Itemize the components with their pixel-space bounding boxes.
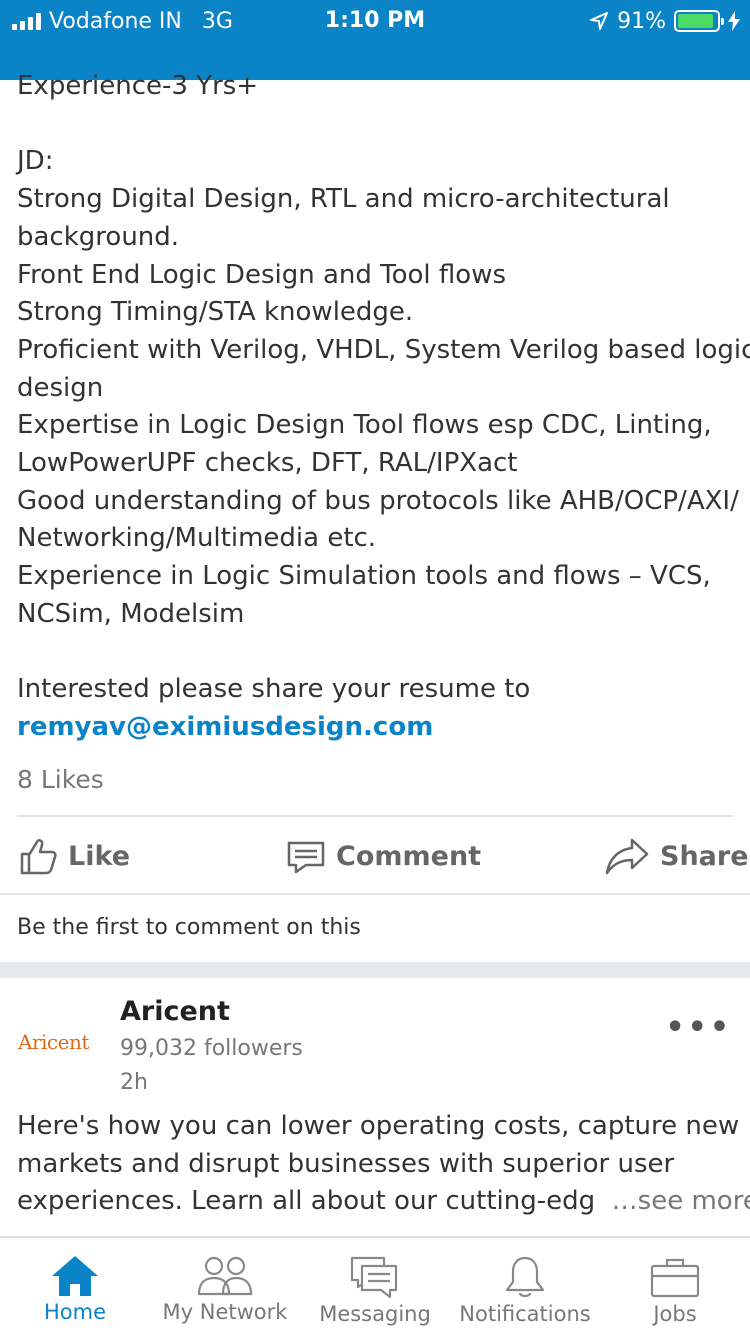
thumbs-up-icon xyxy=(20,839,57,875)
post-body: Experience-3 Yrs+ JD: Strong Digital Des… xyxy=(17,68,750,747)
post-line: design xyxy=(17,372,104,403)
post-line: Strong Timing/STA knowledge. xyxy=(17,297,414,328)
post-line: Experience in Logic Simulation tools and… xyxy=(17,561,711,592)
share-arrow-icon xyxy=(605,838,649,875)
post-line: Good understanding of bus protocols like… xyxy=(17,485,739,516)
post2-line: experiences. Learn all about our cutting… xyxy=(17,1183,750,1221)
post-line: Expertise in Logic Design Tool flows esp… xyxy=(17,410,712,441)
status-right: 91% xyxy=(589,8,740,34)
email-link[interactable]: remyav@eximiusdesign.com xyxy=(17,709,737,747)
bottom-tab-bar: Home My Network Messaging Notifications xyxy=(0,1236,750,1334)
tab-notifications[interactable]: Notifications xyxy=(450,1238,600,1334)
followers-count: 99,032 followers xyxy=(120,1036,303,1061)
share-label: Share xyxy=(660,840,749,872)
tab-home[interactable]: Home xyxy=(0,1238,150,1334)
tab-messaging-label: Messaging xyxy=(319,1302,431,1326)
tab-messaging[interactable]: Messaging xyxy=(300,1238,450,1334)
messaging-icon xyxy=(350,1256,398,1299)
tab-jobs-label: Jobs xyxy=(653,1302,697,1326)
tab-my-network[interactable]: My Network xyxy=(150,1238,300,1334)
post2-line: Here's how you can lower operating costs… xyxy=(17,1111,740,1141)
briefcase-icon xyxy=(650,1258,700,1298)
tab-notifications-label: Notifications xyxy=(459,1302,591,1326)
comment-icon xyxy=(287,841,325,874)
post-line: NCSim, Modelsim xyxy=(17,598,245,629)
post2-body[interactable]: Here's how you can lower operating costs… xyxy=(17,1108,750,1221)
post2-line-text: experiences. Learn all about our cutting… xyxy=(17,1186,596,1217)
post-line: JD: xyxy=(17,146,54,177)
post-line: Strong Digital Design, RTL and micro-arc… xyxy=(17,184,670,215)
post-line: background. xyxy=(17,221,180,252)
like-button[interactable]: Like xyxy=(18,817,130,895)
home-icon xyxy=(52,1256,98,1296)
tab-home-label: Home xyxy=(43,1300,106,1324)
post-line xyxy=(17,106,737,144)
location-arrow-icon xyxy=(590,12,609,30)
post-line: LowPowerUPF checks, DFT, RAL/IPXact xyxy=(17,448,518,479)
see-more-link[interactable]: …see more xyxy=(612,1186,750,1216)
tab-jobs[interactable]: Jobs xyxy=(600,1238,750,1334)
bell-icon xyxy=(505,1256,545,1298)
battery-percent: 91% xyxy=(617,8,666,34)
charging-bolt-icon xyxy=(728,11,740,31)
battery-icon xyxy=(674,10,724,32)
comment-button[interactable]: Comment xyxy=(286,817,481,895)
post-line: Proficient with Verilog, VHDL, System Ve… xyxy=(17,334,750,365)
post-line: Front End Logic Design and Tool flows xyxy=(17,259,506,290)
post-line xyxy=(17,634,737,672)
more-options-icon[interactable]: ••• xyxy=(665,1010,732,1045)
network-icon xyxy=(197,1256,253,1296)
post-line: Experience-3 Yrs+ xyxy=(17,71,259,101)
post2-line: markets and disrupt businesses with supe… xyxy=(17,1148,675,1179)
likes-count[interactable]: 8 Likes xyxy=(17,765,104,794)
company-name[interactable]: Aricent xyxy=(120,996,230,1027)
aricent-logo[interactable]: Aricent xyxy=(18,1030,89,1054)
post-line: Interested please share your resume to xyxy=(17,674,531,705)
like-label: Like xyxy=(68,840,131,872)
comment-label: Comment xyxy=(336,840,482,872)
divider xyxy=(0,893,750,895)
tab-my-network-label: My Network xyxy=(162,1300,288,1324)
post-time: 2h xyxy=(120,1070,148,1095)
post-line: Networking/Multimedia etc. xyxy=(17,523,377,554)
feed-separator xyxy=(0,962,750,978)
action-bar: Like Comment Share xyxy=(0,817,750,895)
share-button[interactable]: Share xyxy=(604,817,749,895)
first-comment-prompt[interactable]: Be the first to comment on this xyxy=(17,915,361,940)
battery-level xyxy=(678,14,713,28)
